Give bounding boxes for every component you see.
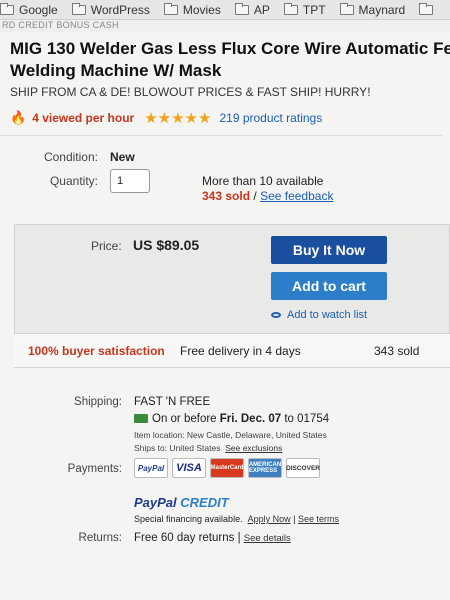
condition-value: New xyxy=(110,150,135,164)
bookmark-label: Maynard xyxy=(358,2,406,17)
paypal-credit-logo: PayPal CREDIT xyxy=(134,495,229,510)
bookmarks-bar: Google WordPress Movies AP TPT Maynard xyxy=(0,0,450,20)
buyer-satisfaction: 100% buyer satisfaction xyxy=(28,343,165,358)
see-terms-link[interactable]: See terms xyxy=(298,514,339,524)
bookmark-maynard[interactable]: Maynard xyxy=(339,2,406,17)
star-rating-icon: ★★★★★ xyxy=(144,110,212,127)
promo-banner-strip: RD CREDIT BONUS CASH xyxy=(0,20,450,32)
credit-wordmark: CREDIT xyxy=(180,495,229,510)
price-label: Price: xyxy=(91,239,122,253)
bookmark-label: TPT xyxy=(302,2,326,17)
shipping-label: Shipping: xyxy=(74,396,122,408)
shipping-method: FAST 'N FREE xyxy=(134,396,211,408)
folder-icon xyxy=(234,2,249,15)
see-feedback-link[interactable]: See feedback xyxy=(260,189,333,203)
sold-total: 343 sold xyxy=(374,343,420,358)
paypal-icon: PayPal xyxy=(134,458,168,478)
bookmark-label: AP xyxy=(253,2,270,17)
condition-label: Condition: xyxy=(43,150,98,164)
sold-count[interactable]: 343 sold xyxy=(202,189,250,203)
truck-icon xyxy=(134,414,148,423)
delivery-estimate: On or before Fri. Dec. 07 to 01754 xyxy=(134,413,329,425)
separator: / xyxy=(253,189,257,203)
folder-icon xyxy=(0,2,14,15)
highlights-strip: 100% buyer satisfaction Free delivery in… xyxy=(14,333,450,367)
visa-icon: VISA xyxy=(172,458,206,478)
item-subtitle: SHIP FROM CA & DE! BLOWOUT PRICES & FAST… xyxy=(10,85,371,99)
bookmark-label: Google xyxy=(19,2,58,17)
eye-icon xyxy=(271,312,281,318)
payment-methods: PayPal VISA MasterCard AMERICAN EXPRESS … xyxy=(134,458,320,478)
fire-icon: 🔥 xyxy=(10,110,27,125)
bookmark-overflow[interactable] xyxy=(419,2,434,15)
financing-text: Special financing available. xyxy=(134,514,243,524)
eta-prefix: On or before xyxy=(152,413,217,425)
folder-icon xyxy=(339,2,354,15)
quantity-label: Quantity: xyxy=(49,174,98,188)
financing-row: Special financing available. Apply Now |… xyxy=(134,514,339,524)
bookmark-ap[interactable]: AP xyxy=(234,2,270,17)
discover-icon: DISCOVER xyxy=(286,458,320,478)
item-location: Item location: New Castle, Delaware, Uni… xyxy=(134,430,327,440)
add-to-cart-button[interactable]: Add to cart xyxy=(271,272,387,300)
available-count: More than 10 available xyxy=(202,174,324,188)
ships-to: Ships to: United States See exclusions xyxy=(134,443,282,453)
eta-zip: to 01754 xyxy=(284,413,330,425)
separator: | xyxy=(293,514,296,524)
bookmark-wordpress[interactable]: WordPress xyxy=(71,2,150,17)
bookmark-label: WordPress xyxy=(90,2,150,17)
folder-icon xyxy=(419,2,434,15)
bookmark-google[interactable]: Google xyxy=(0,2,58,17)
rating-row: 🔥 4 viewed per hour ★★★★★ 219 product ra… xyxy=(0,99,442,136)
amex-icon: AMERICAN EXPRESS xyxy=(248,458,282,478)
bookmark-movies[interactable]: Movies xyxy=(163,2,221,17)
separator: | xyxy=(237,532,241,544)
bookmark-tpt[interactable]: TPT xyxy=(283,2,326,17)
item-title-line1: MIG 130 Welder Gas Less Flux Core Wire A… xyxy=(10,39,450,58)
ships-to-text: Ships to: United States xyxy=(134,443,221,453)
folder-icon xyxy=(283,2,298,15)
see-exclusions-link[interactable]: See exclusions xyxy=(225,443,282,453)
returns-row: Free 60 day returns | See details xyxy=(134,532,291,544)
mastercard-icon: MasterCard xyxy=(210,458,244,478)
bookmark-label: Movies xyxy=(182,2,221,17)
payments-label: Payments: xyxy=(67,463,122,475)
availability: More than 10 available 343 sold / See fe… xyxy=(202,174,333,204)
item-title-line2: Welding Machine W/ Mask xyxy=(10,61,222,80)
watch-label: Add to watch list xyxy=(287,309,368,321)
price-value: US $89.05 xyxy=(133,237,200,253)
add-to-watch-list-link[interactable]: Add to watch list xyxy=(271,309,367,321)
apply-now-link[interactable]: Apply Now xyxy=(248,514,291,524)
views-per-hour: 4 viewed per hour xyxy=(32,111,135,125)
eta-date: Fri. Dec. 07 xyxy=(219,413,282,425)
folder-icon xyxy=(163,2,178,15)
returns-value: Free 60 day returns xyxy=(134,532,235,544)
folder-icon xyxy=(71,2,86,15)
product-ratings-link[interactable]: 219 product ratings xyxy=(219,111,322,125)
paypal-wordmark: PayPal xyxy=(134,495,177,510)
returns-label: Returns: xyxy=(78,532,122,544)
free-delivery: Free delivery in 4 days xyxy=(180,343,301,358)
buy-it-now-button[interactable]: Buy It Now xyxy=(271,236,387,264)
quantity-row: Quantity: 1 More than 10 available 343 s… xyxy=(0,164,450,204)
quantity-input[interactable]: 1 xyxy=(110,169,150,193)
see-details-link[interactable]: See details xyxy=(244,533,291,544)
condition-row: Condition: New xyxy=(0,136,450,164)
